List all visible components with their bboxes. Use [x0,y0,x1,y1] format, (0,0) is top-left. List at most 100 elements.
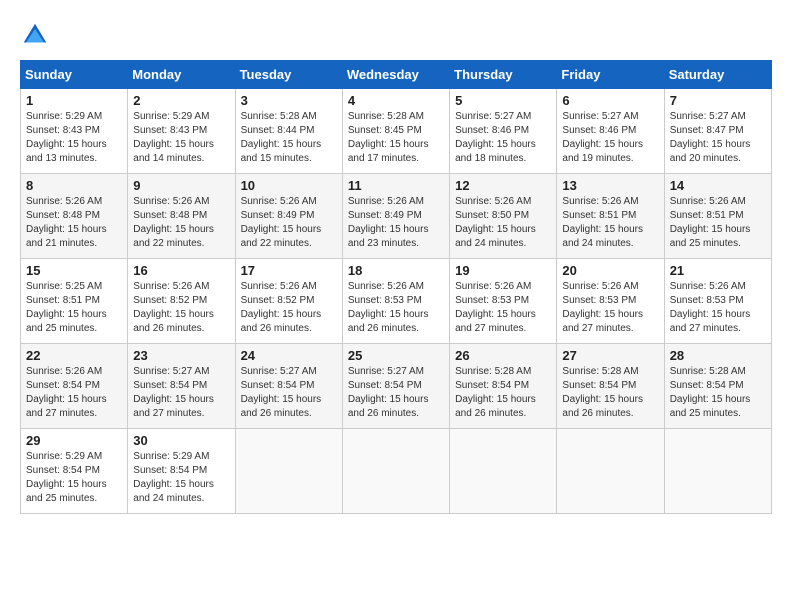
day-info: Sunrise: 5:26 AM Sunset: 8:48 PM Dayligh… [133,195,229,251]
day-number: 18 [348,263,444,278]
day-info: Sunrise: 5:29 AM Sunset: 8:43 PM Dayligh… [26,110,122,166]
day-number: 14 [670,178,766,193]
calendar-day-cell: 25 Sunrise: 5:27 AM Sunset: 8:54 PM Dayli… [342,344,449,429]
day-number: 17 [241,263,337,278]
calendar-day-cell: 17 Sunrise: 5:26 AM Sunset: 8:52 PM Dayli… [235,259,342,344]
calendar-day-cell [664,429,771,514]
day-number: 29 [26,433,122,448]
day-number: 26 [455,348,551,363]
calendar-day-cell [235,429,342,514]
day-info: Sunrise: 5:29 AM Sunset: 8:43 PM Dayligh… [133,110,229,166]
calendar-day-cell: 13Sunrise: 5:26 AM Sunset: 8:51 PM Dayli… [557,174,664,259]
calendar-day-cell: 22 Sunrise: 5:26 AM Sunset: 8:54 PM Dayli… [21,344,128,429]
calendar-day-cell: 8 Sunrise: 5:26 AM Sunset: 8:48 PM Daylig… [21,174,128,259]
calendar-day-cell: 2 Sunrise: 5:29 AM Sunset: 8:43 PM Daylig… [128,89,235,174]
calendar-day-cell: 26 Sunrise: 5:28 AM Sunset: 8:54 PM Dayli… [450,344,557,429]
day-number: 5 [455,93,551,108]
day-info: Sunrise: 5:28 AM Sunset: 8:54 PM Dayligh… [670,365,766,421]
day-number: 30 [133,433,229,448]
day-number: 4 [348,93,444,108]
day-number: 20 [562,263,658,278]
day-info: Sunrise: 5:25 AM Sunset: 8:51 PM Dayligh… [26,280,122,336]
calendar-day-cell: 19 Sunrise: 5:26 AM Sunset: 8:53 PM Dayli… [450,259,557,344]
calendar-day-cell: 7 Sunrise: 5:27 AM Sunset: 8:47 PM Daylig… [664,89,771,174]
day-of-week-header: Thursday [450,61,557,89]
days-header-row: SundayMondayTuesdayWednesdayThursdayFrid… [21,61,772,89]
day-info: Sunrise: 5:26 AM Sunset: 8:49 PM Dayligh… [348,195,444,251]
calendar-day-cell: 30 Sunrise: 5:29 AM Sunset: 8:54 PM Dayli… [128,429,235,514]
day-number: 21 [670,263,766,278]
day-info: Sunrise: 5:26 AM Sunset: 8:53 PM Dayligh… [670,280,766,336]
calendar-day-cell [557,429,664,514]
calendar-day-cell: 9Sunrise: 5:26 AM Sunset: 8:48 PM Daylig… [128,174,235,259]
calendar-day-cell: 3 Sunrise: 5:28 AM Sunset: 8:44 PM Daylig… [235,89,342,174]
calendar-day-cell: 23Sunrise: 5:27 AM Sunset: 8:54 PM Dayli… [128,344,235,429]
day-number: 8 [26,178,122,193]
day-number: 7 [670,93,766,108]
day-info: Sunrise: 5:28 AM Sunset: 8:54 PM Dayligh… [455,365,551,421]
day-number: 19 [455,263,551,278]
calendar-day-cell: 27 Sunrise: 5:28 AM Sunset: 8:54 PM Dayli… [557,344,664,429]
day-info: Sunrise: 5:26 AM Sunset: 8:51 PM Dayligh… [670,195,766,251]
day-of-week-header: Friday [557,61,664,89]
calendar-day-cell: 10 Sunrise: 5:26 AM Sunset: 8:49 PM Dayli… [235,174,342,259]
day-info: Sunrise: 5:26 AM Sunset: 8:53 PM Dayligh… [455,280,551,336]
day-info: Sunrise: 5:27 AM Sunset: 8:47 PM Dayligh… [670,110,766,166]
calendar-week-row: 22 Sunrise: 5:26 AM Sunset: 8:54 PM Dayli… [21,344,772,429]
day-number: 25 [348,348,444,363]
day-info: Sunrise: 5:26 AM Sunset: 8:54 PM Dayligh… [26,365,122,421]
day-of-week-header: Monday [128,61,235,89]
calendar-day-cell: 24Sunrise: 5:27 AM Sunset: 8:54 PM Dayli… [235,344,342,429]
calendar-day-cell: 21 Sunrise: 5:26 AM Sunset: 8:53 PM Dayli… [664,259,771,344]
day-of-week-header: Tuesday [235,61,342,89]
day-number: 2 [133,93,229,108]
day-info: Sunrise: 5:27 AM Sunset: 8:54 PM Dayligh… [241,365,337,421]
calendar-week-row: 29 Sunrise: 5:29 AM Sunset: 8:54 PM Dayli… [21,429,772,514]
calendar-day-cell: 11 Sunrise: 5:26 AM Sunset: 8:49 PM Dayli… [342,174,449,259]
page-header [20,20,772,50]
day-number: 16 [133,263,229,278]
calendar-day-cell [342,429,449,514]
day-info: Sunrise: 5:28 AM Sunset: 8:45 PM Dayligh… [348,110,444,166]
logo [20,20,54,50]
day-number: 12 [455,178,551,193]
day-number: 1 [26,93,122,108]
day-info: Sunrise: 5:26 AM Sunset: 8:50 PM Dayligh… [455,195,551,251]
day-info: Sunrise: 5:27 AM Sunset: 8:46 PM Dayligh… [562,110,658,166]
day-info: Sunrise: 5:29 AM Sunset: 8:54 PM Dayligh… [26,450,122,506]
day-of-week-header: Sunday [21,61,128,89]
calendar-day-cell: 20 Sunrise: 5:26 AM Sunset: 8:53 PM Dayli… [557,259,664,344]
day-number: 22 [26,348,122,363]
day-of-week-header: Saturday [664,61,771,89]
day-of-week-header: Wednesday [342,61,449,89]
day-number: 28 [670,348,766,363]
day-info: Sunrise: 5:26 AM Sunset: 8:49 PM Dayligh… [241,195,337,251]
day-info: Sunrise: 5:26 AM Sunset: 8:52 PM Dayligh… [133,280,229,336]
calendar-day-cell: 6Sunrise: 5:27 AM Sunset: 8:46 PM Daylig… [557,89,664,174]
day-info: Sunrise: 5:29 AM Sunset: 8:54 PM Dayligh… [133,450,229,506]
calendar-day-cell: 5 Sunrise: 5:27 AM Sunset: 8:46 PM Daylig… [450,89,557,174]
day-number: 23 [133,348,229,363]
logo-icon [20,20,50,50]
calendar-day-cell [450,429,557,514]
calendar-day-cell: 16 Sunrise: 5:26 AM Sunset: 8:52 PM Dayli… [128,259,235,344]
calendar-week-row: 15 Sunrise: 5:25 AM Sunset: 8:51 PM Dayli… [21,259,772,344]
day-number: 3 [241,93,337,108]
day-info: Sunrise: 5:26 AM Sunset: 8:52 PM Dayligh… [241,280,337,336]
calendar-day-cell: 1 Sunrise: 5:29 AM Sunset: 8:43 PM Daylig… [21,89,128,174]
calendar-day-cell: 4 Sunrise: 5:28 AM Sunset: 8:45 PM Daylig… [342,89,449,174]
day-info: Sunrise: 5:28 AM Sunset: 8:44 PM Dayligh… [241,110,337,166]
day-number: 10 [241,178,337,193]
day-number: 11 [348,178,444,193]
day-info: Sunrise: 5:27 AM Sunset: 8:54 PM Dayligh… [348,365,444,421]
calendar-table: SundayMondayTuesdayWednesdayThursdayFrid… [20,60,772,514]
day-number: 15 [26,263,122,278]
day-info: Sunrise: 5:28 AM Sunset: 8:54 PM Dayligh… [562,365,658,421]
day-info: Sunrise: 5:26 AM Sunset: 8:48 PM Dayligh… [26,195,122,251]
day-number: 13 [562,178,658,193]
calendar-day-cell: 14 Sunrise: 5:26 AM Sunset: 8:51 PM Dayli… [664,174,771,259]
day-number: 27 [562,348,658,363]
calendar-day-cell: 29 Sunrise: 5:29 AM Sunset: 8:54 PM Dayli… [21,429,128,514]
day-info: Sunrise: 5:26 AM Sunset: 8:53 PM Dayligh… [562,280,658,336]
day-info: Sunrise: 5:27 AM Sunset: 8:46 PM Dayligh… [455,110,551,166]
